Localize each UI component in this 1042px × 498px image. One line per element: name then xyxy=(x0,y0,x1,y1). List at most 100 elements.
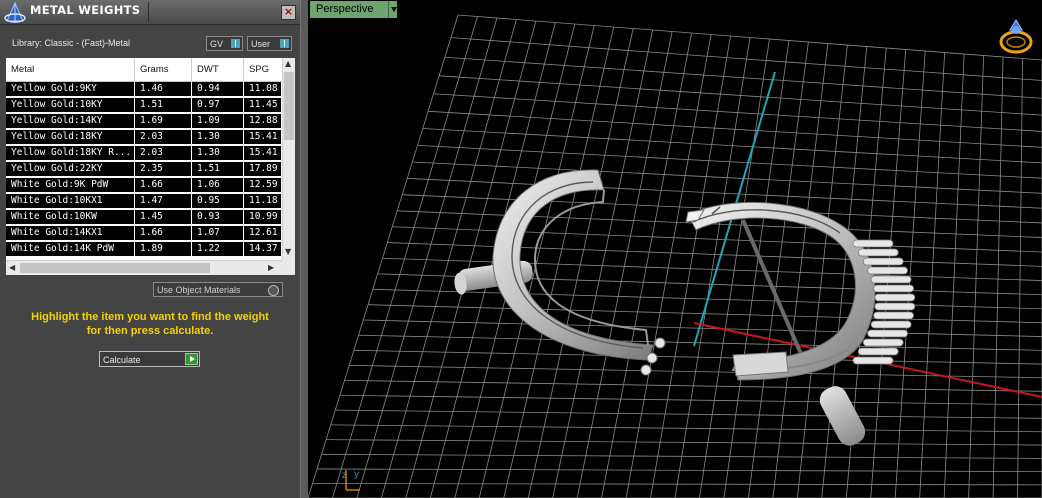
close-icon[interactable]: × xyxy=(281,5,296,20)
scroll-down-icon[interactable]: ▼ xyxy=(285,247,291,256)
ring-part-left xyxy=(454,169,666,376)
scroll-right-icon[interactable]: ▶ xyxy=(268,263,274,272)
3d-viewport[interactable]: y z Perspective xyxy=(308,0,1042,498)
prong xyxy=(873,311,914,320)
prong xyxy=(862,257,904,266)
cell-dwt: 1.30 xyxy=(192,130,244,144)
grid-line xyxy=(919,52,946,498)
cell-grams: 1.47 xyxy=(135,194,192,208)
instruction-line-2: for then press calculate. xyxy=(86,325,214,337)
panel-titlebar: METAL WEIGHTS × xyxy=(0,0,300,25)
cell-dwt: 1.51 xyxy=(192,162,244,176)
column-header-grams[interactable]: Grams xyxy=(135,58,192,81)
prong xyxy=(867,266,908,275)
grid-line xyxy=(339,394,1042,406)
user-toggle[interactable]: User xyxy=(247,36,292,51)
prong xyxy=(862,338,904,347)
column-header-dwt[interactable]: DWT xyxy=(192,58,244,81)
cell-grams: 1.45 xyxy=(135,210,192,224)
gizmo-z-label: z xyxy=(342,470,347,481)
cell-spg: 11.45 xyxy=(244,98,282,112)
cell-dwt: 0.97 xyxy=(192,98,244,112)
column-header-spg[interactable]: SPG xyxy=(244,58,282,81)
cell-grams: 2.03 xyxy=(135,130,192,144)
title-separator xyxy=(148,2,149,22)
grid-line xyxy=(943,53,965,498)
library-label: Library: Classic - (Fast)-Metal xyxy=(12,38,131,48)
cell-metal: Yellow Gold:14KY xyxy=(6,114,135,128)
cell-spg: 15.41 xyxy=(244,130,282,144)
cell-grams: 2.03 xyxy=(135,146,192,160)
cell-metal: Yellow Gold:10KY xyxy=(6,98,135,112)
user-toggle-label: User xyxy=(251,39,271,49)
cell-metal: White Gold:14KX1 xyxy=(6,226,135,240)
cell-spg: 14.37 xyxy=(244,242,282,256)
prong xyxy=(870,320,912,329)
cell-spg: 11.08 xyxy=(244,82,282,96)
cell-spg: 10.99 xyxy=(244,210,282,224)
horizontal-scrollbar[interactable]: ◀ ▶ xyxy=(6,260,282,275)
scroll-left-icon[interactable]: ◀ xyxy=(9,263,15,272)
grid-line xyxy=(358,334,1042,351)
table-row[interactable]: Yellow Gold:9KY 1.46 0.94 11.08 xyxy=(6,82,282,97)
panel-title: METAL WEIGHTS xyxy=(30,3,141,17)
prong xyxy=(857,248,899,257)
column-header-metal[interactable]: Metal xyxy=(6,58,135,81)
calculate-button[interactable]: Calculate xyxy=(99,351,200,367)
chevron-down-icon[interactable] xyxy=(388,1,399,18)
cell-metal: White Gold:10KW xyxy=(6,210,135,224)
grid-line xyxy=(992,56,1004,498)
horizontal-scroll-thumb[interactable] xyxy=(20,263,210,273)
scroll-up-icon[interactable]: ▲ xyxy=(285,59,291,68)
table-row[interactable]: White Gold:9K PdW 1.66 1.06 12.59 xyxy=(6,178,282,193)
metal-weights-table: Metal Grams DWT SPG Yellow Gold:9KY 1.46 0… xyxy=(6,58,295,275)
table-row[interactable]: Yellow Gold:22KY 2.35 1.51 17.89 xyxy=(6,162,282,177)
gizmo-y-label: y xyxy=(354,469,359,480)
prong xyxy=(873,284,914,293)
gv-toggle[interactable]: GV xyxy=(206,36,243,51)
gemvision-logo-icon xyxy=(4,1,26,23)
ring-orientation-icon[interactable] xyxy=(999,19,1033,54)
prong xyxy=(857,347,899,356)
toggle-indicator-icon xyxy=(231,39,240,48)
prong xyxy=(874,302,916,311)
grid-line xyxy=(353,349,1042,365)
grid-line xyxy=(363,319,1042,337)
cell-grams: 1.51 xyxy=(135,98,192,112)
radio-icon[interactable] xyxy=(268,285,279,296)
table-row[interactable]: Yellow Gold:18KY 2.03 1.30 15.41 xyxy=(6,130,282,145)
vertical-scroll-thumb[interactable] xyxy=(284,72,294,140)
calculate-label: Calculate xyxy=(103,355,141,365)
cell-grams: 2.35 xyxy=(135,162,192,176)
cell-dwt: 0.95 xyxy=(192,194,244,208)
panel-splitter[interactable] xyxy=(300,0,308,498)
cell-spg: 11.18 xyxy=(244,194,282,208)
table-row[interactable]: White Gold:10KX1 1.47 0.95 11.18 xyxy=(6,194,282,209)
cell-metal: White Gold:10KX1 xyxy=(6,194,135,208)
cell-dwt: 0.94 xyxy=(192,82,244,96)
vertical-scrollbar[interactable]: ▲ ▼ xyxy=(282,58,295,260)
prong xyxy=(874,293,916,302)
cell-grams: 1.46 xyxy=(135,82,192,96)
play-arrow-icon[interactable] xyxy=(185,353,198,365)
cell-spg: 15.41 xyxy=(244,146,282,160)
cell-metal: Yellow Gold:9KY xyxy=(6,82,135,96)
use-object-materials-option[interactable]: Use Object Materials xyxy=(153,282,283,297)
view-mode-selector[interactable]: Perspective xyxy=(310,1,397,18)
cell-spg: 12.59 xyxy=(244,178,282,192)
table-row[interactable]: Yellow Gold:10KY 1.51 0.97 11.45 xyxy=(6,98,282,113)
table-row[interactable]: White Gold:14KX1 1.66 1.07 12.61 xyxy=(6,226,282,241)
table-row[interactable]: Yellow Gold:14KY 1.69 1.09 12.88 xyxy=(6,114,282,129)
cell-dwt: 0.93 xyxy=(192,210,244,224)
instruction-text: Highlight the item you want to find the … xyxy=(10,310,290,338)
table-row[interactable]: White Gold:14K PdW 1.89 1.22 14.37 xyxy=(6,242,282,257)
prong xyxy=(870,275,912,284)
instruction-line-1: Highlight the item you want to find the … xyxy=(31,311,269,323)
cell-dwt: 1.09 xyxy=(192,114,244,128)
prong xyxy=(867,329,908,338)
table-row[interactable]: White Gold:10KW 1.45 0.93 10.99 xyxy=(6,210,282,225)
table-row[interactable]: Yellow Gold:18KY R... 2.03 1.30 15.41 xyxy=(6,146,282,161)
cell-spg: 12.88 xyxy=(244,114,282,128)
use-object-materials-label: Use Object Materials xyxy=(157,285,241,295)
grid-line xyxy=(335,409,1042,419)
